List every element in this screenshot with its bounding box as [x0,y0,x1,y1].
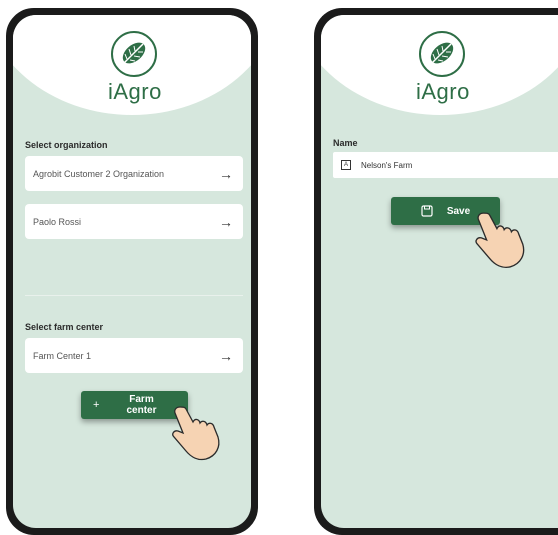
add-farm-center-label: Farm center [126,394,156,416]
app-logo-text: iAgro [108,79,162,104]
farm-center-item-label: Farm Center 1 [33,350,92,361]
add-farm-center-label-line2: center [126,405,157,416]
floppy-disk-icon [421,205,433,217]
tap-hand-icon [172,406,220,461]
arrow-right-icon: → [219,213,233,230]
arrow-right-icon: → [219,347,233,364]
leaf-icon [111,31,157,77]
text-field-icon: A [341,160,351,170]
leaf-icon [419,31,465,77]
app-logo-text: iAgro [416,79,470,104]
add-farm-center-label-line1: Farm [129,394,154,405]
right-phone: iAgro Name A Nelson's Farm Save [314,8,558,535]
select-organization-label: Select organization [25,140,108,150]
name-label: Name [333,138,358,148]
left-phone: iAgro Select organization Agrobit Custom… [6,8,258,535]
farm-name-value: Nelson's Farm [361,160,413,170]
organization-item-label: Paolo Rossi [33,216,82,227]
farm-name-input[interactable]: A Nelson's Farm [333,152,558,178]
divider [25,295,243,296]
farm-center-item[interactable]: Farm Center 1 → [25,338,243,373]
organization-item-label: Agrobit Customer 2 Organization [33,168,165,179]
select-farm-center-label: Select farm center [25,322,104,332]
tap-hand-icon [475,212,525,268]
save-button-label: Save [446,205,471,217]
plus-icon: + [93,399,100,411]
right-screen: iAgro Name A Nelson's Farm Save [321,15,558,528]
left-screen: iAgro Select organization Agrobit Custom… [13,15,251,528]
organization-item[interactable]: Paolo Rossi → [25,204,243,239]
arrow-right-icon: → [219,165,233,182]
organization-item[interactable]: Agrobit Customer 2 Organization → [25,156,243,191]
